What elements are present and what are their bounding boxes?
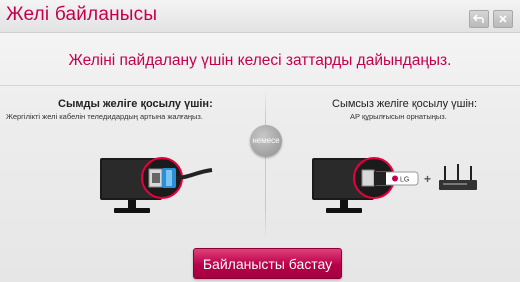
start-connection-button[interactable]: Байланысты бастау <box>193 248 342 279</box>
or-badge: немесе <box>250 125 282 157</box>
close-button[interactable] <box>493 10 513 28</box>
back-icon <box>473 14 484 23</box>
instruction-text: Желіні пайдалану үшін келесі заттарды да… <box>68 52 452 69</box>
wireless-description: AP құрылғысын орнатыңыз. <box>350 112 447 121</box>
wired-title: Сымды желіге қосылу үшін: <box>58 98 213 110</box>
wired-connection-illustration <box>100 157 213 213</box>
title-bar: Желі байланысы <box>0 0 520 33</box>
divider <box>0 85 520 86</box>
plus-sign: + <box>424 172 431 186</box>
column-divider <box>265 90 266 240</box>
wireless-title: Сымсыз желіге қосылу үшін: <box>332 98 478 110</box>
window-title: Желі байланысы <box>6 4 158 25</box>
network-connection-window: Желі байланысы Желіні пайдалану үшін кел… <box>0 0 520 282</box>
dongle-lg-label: LG <box>400 177 409 184</box>
back-button[interactable] <box>469 10 489 28</box>
close-icon <box>499 15 507 23</box>
wireless-connection-illustration: LG + <box>312 157 477 213</box>
wired-description: Жергілікті желі кабелін теледидардың арт… <box>6 112 203 121</box>
